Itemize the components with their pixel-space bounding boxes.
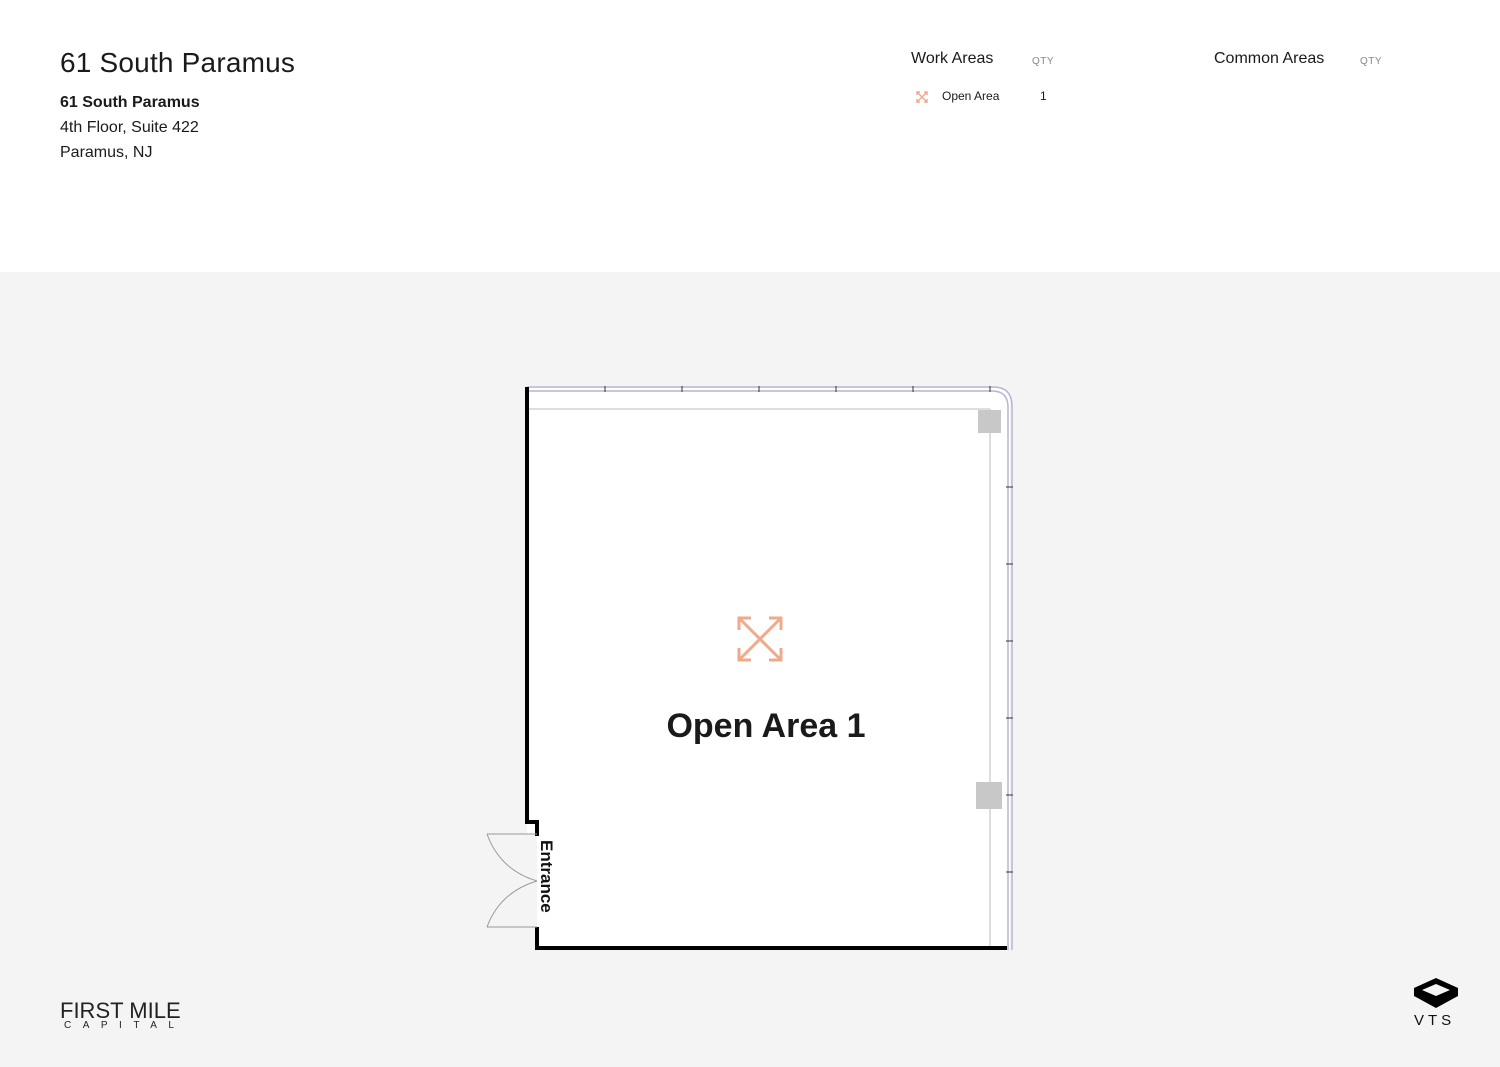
room-label: Open Area 1 bbox=[666, 707, 865, 745]
logo-text-bottom: CAPITAL bbox=[64, 1020, 186, 1031]
vts-logo-text: VTS bbox=[1414, 1012, 1456, 1029]
entrance-label: Entrance bbox=[537, 840, 556, 913]
room-floor bbox=[527, 388, 1010, 948]
column-bottom bbox=[976, 782, 1002, 809]
floor-plan: Open Area 1 Entrance bbox=[486, 386, 1013, 950]
first-mile-capital-logo: FIRST MILE CAPITAL bbox=[60, 998, 200, 1034]
column-top bbox=[978, 410, 1001, 433]
entrance-doors bbox=[486, 833, 538, 928]
